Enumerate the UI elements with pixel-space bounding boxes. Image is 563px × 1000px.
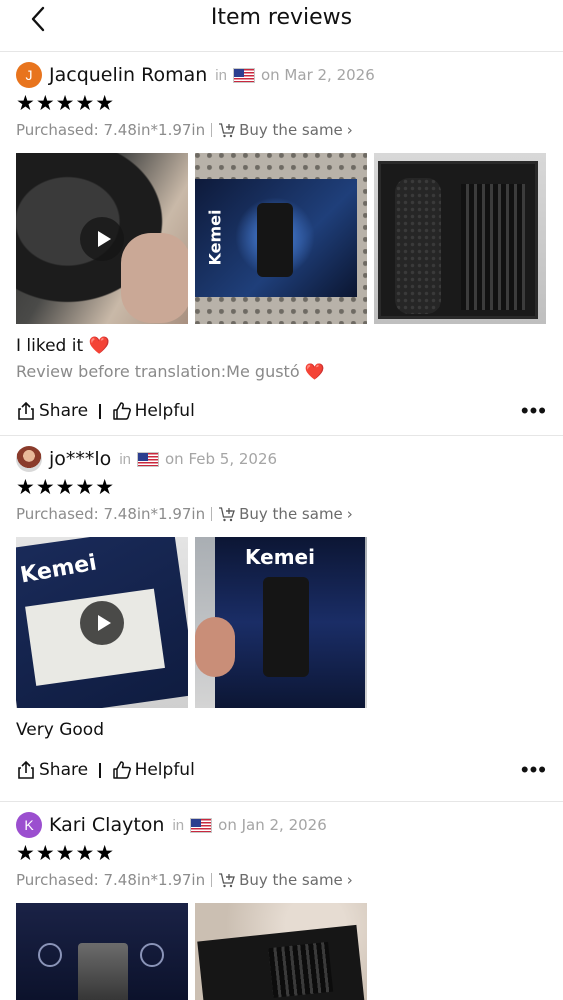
original-review-text: Review before translation:Me gustó ❤️ — [16, 362, 325, 381]
share-icon — [18, 760, 34, 779]
purchased-variant: Purchased: 7.48in*1.97in — [16, 871, 206, 889]
buy-same-link[interactable]: Buy the same › — [218, 121, 353, 139]
us-flag-icon — [137, 451, 159, 467]
chevron-right-icon: › — [346, 871, 353, 889]
header: Item reviews — [0, 0, 563, 52]
us-flag-icon — [232, 67, 255, 83]
heart-emoji: ❤️ — [304, 362, 325, 381]
review-photo[interactable]: Kemei — [195, 537, 367, 708]
review-video-thumbnail[interactable] — [16, 153, 188, 324]
divider — [211, 873, 213, 887]
purchased-row: Purchased: 7.48in*1.97in Buy the same › — [16, 501, 547, 527]
helpful-button[interactable]: Helpful — [112, 760, 195, 780]
share-icon — [18, 401, 34, 420]
in-label: in — [215, 66, 227, 84]
reviewer-name: jo***lo — [49, 448, 112, 470]
review-photo[interactable] — [374, 153, 546, 324]
buy-same-label: Buy the same — [239, 505, 343, 523]
divider — [99, 403, 101, 419]
product-tray — [197, 924, 365, 1000]
review-card: K Kari Clayton in on Jan 2, 2026 ★★★★★ P… — [0, 810, 563, 1000]
avatar — [16, 446, 42, 472]
in-label: in — [119, 450, 131, 468]
review-actions: Share Helpful ••• — [16, 387, 547, 435]
reviewer-name: Kari Clayton — [49, 814, 165, 836]
review-date: on Jan 2, 2026 — [218, 816, 327, 834]
brand-logo: Kemei — [245, 545, 315, 569]
purchased-row: Purchased: 7.48in*1.97in Buy the same › — [16, 867, 547, 893]
share-label: Share — [39, 401, 89, 421]
share-button[interactable]: Share — [16, 401, 88, 421]
heart-emoji: ❤️ — [88, 336, 110, 356]
guard-combs — [268, 941, 334, 998]
cart-add-icon — [219, 873, 236, 888]
helpful-button[interactable]: Helpful — [112, 401, 195, 421]
buy-same-label: Buy the same — [239, 121, 343, 139]
thumbs-up-icon — [112, 761, 131, 779]
clipper-image — [263, 577, 309, 677]
review-photos: Kemei — [16, 153, 547, 324]
reviewer-name: Jacquelin Roman — [49, 64, 208, 86]
avatar: K — [16, 812, 42, 838]
divider — [211, 123, 213, 137]
avatar: J — [16, 62, 42, 88]
review-text: I liked it ❤️ — [16, 336, 110, 356]
review-card: J Jacquelin Roman in on Mar 2, 2026 ★★★★… — [0, 60, 563, 436]
buy-same-link[interactable]: Buy the same › — [218, 871, 353, 889]
purchased-variant: Purchased: 7.48in*1.97in — [16, 505, 206, 523]
share-label: Share — [39, 760, 89, 780]
clipper-image — [395, 178, 441, 314]
chevron-right-icon: › — [346, 121, 353, 139]
review-photo[interactable] — [195, 903, 367, 1000]
more-options-icon[interactable]: ••• — [521, 398, 547, 424]
review-photos — [16, 903, 547, 1000]
us-flag-icon — [190, 817, 213, 833]
box-badge — [140, 943, 164, 967]
cart-add-icon — [219, 507, 236, 522]
hand-shape — [121, 233, 188, 323]
share-button[interactable]: Share — [16, 760, 88, 780]
buy-same-link[interactable]: Buy the same › — [218, 505, 353, 523]
review-video-thumbnail[interactable]: Kemei — [16, 537, 188, 708]
product-tray — [378, 161, 538, 319]
thumbs-up-icon — [112, 402, 131, 420]
review-text: Very Good — [16, 720, 104, 740]
review-date: on Mar 2, 2026 — [260, 66, 375, 84]
review-card: jo***lo in on Feb 5, 2026 ★★★★★ Purchase… — [0, 444, 563, 802]
purchased-variant: Purchased: 7.48in*1.97in — [16, 121, 206, 139]
more-options-icon[interactable]: ••• — [521, 757, 547, 783]
helpful-label: Helpful — [134, 760, 195, 780]
brand-logo: Kemei — [205, 209, 225, 266]
cart-add-icon — [219, 123, 236, 138]
clipper-image — [257, 203, 293, 277]
in-label: in — [172, 816, 185, 834]
guard-combs — [461, 184, 525, 310]
review-header: J Jacquelin Roman in on Mar 2, 2026 — [16, 60, 547, 90]
star-rating: ★★★★★ — [16, 476, 116, 499]
clipper-image — [78, 943, 128, 1000]
box-badge — [38, 943, 62, 967]
chevron-right-icon: › — [346, 505, 353, 523]
buy-same-label: Buy the same — [239, 871, 343, 889]
review-photo[interactable]: Kemei — [195, 153, 367, 324]
play-icon[interactable] — [80, 217, 124, 261]
hand-shape — [195, 617, 235, 677]
helpful-label: Helpful — [134, 401, 195, 421]
star-rating: ★★★★★ — [16, 92, 116, 115]
purchased-row: Purchased: 7.48in*1.97in Buy the same › — [16, 117, 547, 143]
review-date: on Feb 5, 2026 — [165, 450, 278, 468]
page-title: Item reviews — [210, 5, 353, 30]
review-header: K Kari Clayton in on Jan 2, 2026 — [16, 810, 547, 840]
review-header: jo***lo in on Feb 5, 2026 — [16, 444, 547, 474]
divider — [211, 507, 213, 521]
review-actions: Share Helpful ••• — [16, 746, 547, 794]
play-icon[interactable] — [80, 601, 124, 645]
star-rating: ★★★★★ — [16, 842, 116, 865]
review-photos: Kemei Kemei — [16, 537, 547, 708]
divider — [99, 762, 101, 778]
review-photo[interactable] — [16, 903, 188, 1000]
